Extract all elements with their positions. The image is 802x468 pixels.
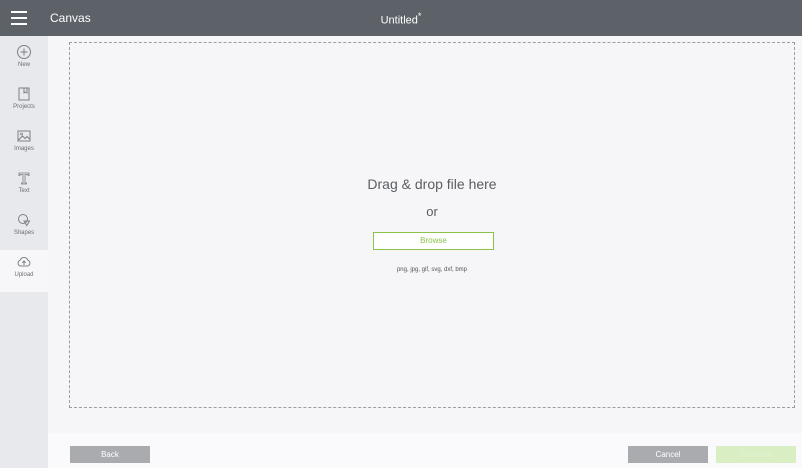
sidebar-item-shapes[interactable]: Shapes: [0, 208, 48, 250]
unsaved-marker: *: [417, 11, 422, 21]
sidebar-item-label: Upload: [14, 272, 34, 278]
dropzone-title: Drag & drop file here: [367, 176, 497, 192]
sidebar-item-label: Projects: [13, 104, 35, 110]
document-title-text: Untitled: [380, 14, 418, 27]
document-title[interactable]: Untitled*: [0, 11, 802, 27]
sidebar-item-label: New: [17, 62, 30, 68]
continue-button[interactable]: Continue: [716, 446, 796, 463]
sidebar-item-projects[interactable]: Projects: [0, 82, 48, 124]
upload-cloud-icon: [17, 257, 31, 267]
images-icon: [17, 130, 31, 142]
back-button[interactable]: Back: [70, 446, 150, 463]
shapes-icon: [18, 214, 31, 227]
dropzone-or-text: or: [426, 204, 438, 219]
browse-button[interactable]: Browse: [373, 232, 494, 250]
sidebar: New Projects Images Text Shapes Upload: [0, 36, 48, 468]
supported-formats-text: png, jpg, gif, svg, dxf, bmp: [396, 267, 468, 273]
sidebar-item-images[interactable]: Images: [0, 124, 48, 166]
sidebar-item-new[interactable]: New: [0, 40, 48, 82]
plus-circle-icon: [17, 45, 31, 59]
sidebar-item-text[interactable]: Text: [0, 166, 48, 208]
sidebar-item-label: Shapes: [13, 230, 35, 236]
sidebar-item-label: Text: [18, 188, 30, 194]
projects-icon: [18, 87, 30, 101]
text-icon: [18, 172, 30, 185]
top-bar: Canvas Untitled*: [0, 0, 802, 36]
sidebar-item-upload[interactable]: Upload: [0, 250, 48, 292]
sidebar-item-label: Images: [14, 146, 34, 152]
file-dropzone[interactable]: Drag & drop file here or Browse png, jpg…: [69, 42, 795, 408]
cancel-button[interactable]: Cancel: [628, 446, 708, 463]
